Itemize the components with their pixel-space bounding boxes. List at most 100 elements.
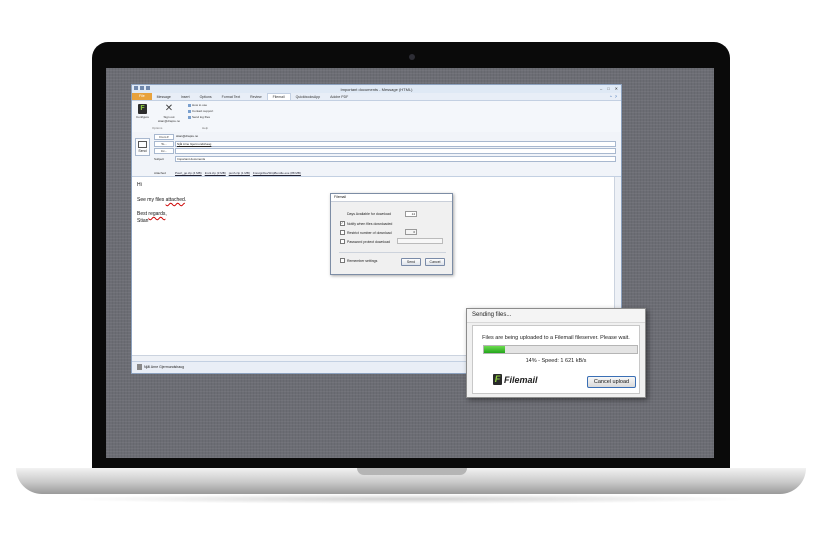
password-field[interactable] xyxy=(397,238,443,244)
notify-option[interactable]: ✓ Notify when files downloaded xyxy=(340,221,392,226)
body-text: . xyxy=(184,197,187,203)
send-files-button[interactable]: Send xyxy=(401,258,421,266)
body-text: attached xyxy=(165,197,185,203)
people-pane-name: Njål Arne Gjermundshaug xyxy=(144,365,185,369)
tab-quickbooks[interactable]: QuickbooksApp xyxy=(291,95,326,99)
close-icon[interactable]: ✕ xyxy=(615,86,618,91)
body-line: Stian xyxy=(137,218,149,224)
howto-icon xyxy=(188,103,191,107)
maximize-icon[interactable]: □ xyxy=(607,86,609,91)
filemail-logo-icon: F xyxy=(493,374,502,385)
contact-icon xyxy=(188,109,191,113)
sending-files-dialog: Sending files... Files are being uploade… xyxy=(466,308,646,398)
restrict-option[interactable]: Restrict number of download xyxy=(340,230,392,235)
window-title: Important documents - Message (HTML) xyxy=(340,87,413,92)
filemail-logo-text: Filemail xyxy=(504,374,538,385)
recipient-chip[interactable]: Njål Arne Gjermundshaug xyxy=(177,142,211,146)
tab-file[interactable]: File xyxy=(132,93,152,100)
group-help-label: Help xyxy=(202,126,209,130)
group-options-label: Options xyxy=(152,126,163,130)
cc-field[interactable] xyxy=(175,148,616,154)
subject-field[interactable]: Important documents xyxy=(175,156,616,162)
attachment-item[interactable]: Insnt.zip (3 MB) xyxy=(205,171,226,175)
password-option[interactable]: Password protect download xyxy=(340,239,390,244)
tab-filemail[interactable]: Filemail xyxy=(266,93,291,100)
remember-option[interactable]: Remember settings xyxy=(340,258,377,263)
attachment-item[interactable]: punh.zip (1 MB) xyxy=(229,171,250,175)
ribbon-tabs: File Message Insert Options Format Text … xyxy=(132,93,621,101)
notify-checkbox[interactable]: ✓ xyxy=(340,221,345,226)
signout-icon: ✕ xyxy=(164,103,174,114)
tab-options[interactable]: Options xyxy=(195,95,217,99)
body-text: See my files xyxy=(137,197,166,203)
body-text: Best xyxy=(137,211,149,217)
contact-support-button[interactable]: Contact support xyxy=(188,109,213,113)
notify-label: Notify when files downloaded xyxy=(347,221,393,226)
days-value: 14 xyxy=(411,212,415,216)
body-line: See my files attached. xyxy=(137,197,186,203)
cc-button[interactable]: Cc... xyxy=(154,148,174,154)
cancel-upload-button[interactable]: Cancel upload xyxy=(587,376,636,388)
body-text: regards xyxy=(148,211,166,217)
howto-button[interactable]: How to use xyxy=(188,103,207,107)
restrict-stepper[interactable]: 0 xyxy=(405,229,417,235)
upload-status: 14% - Speed: 1 621 kB/s xyxy=(525,358,587,364)
from-value: stian@drapre.no xyxy=(176,134,199,138)
laptop-base xyxy=(16,468,806,494)
days-stepper[interactable]: 14 xyxy=(405,211,417,217)
help-icon[interactable]: ? xyxy=(615,94,617,99)
send-log-button[interactable]: Send log files xyxy=(188,115,210,119)
sending-dialog-panel: Files are being uploaded to a Filemail f… xyxy=(472,325,640,394)
from-button[interactable]: From ▾ xyxy=(154,134,174,140)
minimize-icon[interactable]: – xyxy=(600,86,602,91)
laptop-shadow xyxy=(60,494,760,504)
upload-progress-fill xyxy=(484,346,506,353)
to-button[interactable]: To... xyxy=(154,141,174,147)
message-header: Send From ▾ stian@drapre.no To... Njål A… xyxy=(132,132,621,177)
divider xyxy=(339,252,446,253)
upload-progress-bar xyxy=(483,345,638,354)
envelope-icon xyxy=(138,141,147,148)
window-controls: – □ ✕ xyxy=(600,86,618,91)
password-label: Password protect download xyxy=(347,239,390,244)
signout-user: stian@drapre.no xyxy=(157,119,181,123)
days-label: Days Available for download xyxy=(347,212,391,216)
attached-label: Attached xyxy=(154,171,166,175)
body-text: , xyxy=(165,211,167,217)
tab-review[interactable]: Review xyxy=(245,95,266,99)
window-titlebar: Important documents - Message (HTML) – □… xyxy=(132,85,621,93)
configure-button[interactable]: F Configure xyxy=(134,104,151,119)
attachment-item[interactable]: Pourt_go.zip (4 MB) xyxy=(175,171,202,175)
upload-message: Files are being uploaded to a Filemail f… xyxy=(482,335,630,341)
contact-label: Contact support xyxy=(192,109,214,113)
tab-message[interactable]: Message xyxy=(152,95,176,99)
cancel-button[interactable]: Cancel xyxy=(425,258,445,266)
remember-label: Remember settings xyxy=(347,258,378,263)
tab-insert[interactable]: Insert xyxy=(176,95,195,99)
restrict-checkbox[interactable] xyxy=(340,230,345,235)
to-field[interactable]: Njål Arne Gjermundshaug xyxy=(175,141,616,147)
sendlog-label: Send log files xyxy=(192,115,211,119)
howto-label: How to use xyxy=(192,103,208,107)
filemail-options-dialog: Filemail Days Available for download 14 … xyxy=(330,193,453,275)
laptop-notch xyxy=(357,468,467,475)
filemail-logo: F Filemail xyxy=(493,374,538,385)
signout-button[interactable]: ✕ Sign out stian@drapre.no xyxy=(155,103,183,124)
tab-adobe-pdf[interactable]: Adobe PDF xyxy=(325,95,353,99)
log-icon xyxy=(188,115,191,119)
filemail-logo-icon: F xyxy=(138,104,147,114)
dialog-title: Filemail xyxy=(331,194,452,202)
password-checkbox[interactable] xyxy=(340,239,345,244)
from-label: From xyxy=(159,135,167,139)
collapse-ribbon-icon[interactable]: ^ xyxy=(610,94,612,99)
ribbon: F Configure ✕ Sign out stian@drapre.no H… xyxy=(132,101,621,133)
body-line: Best regards, xyxy=(137,211,167,217)
help-icons: ^ ? xyxy=(610,94,617,99)
remember-checkbox[interactable] xyxy=(340,258,345,263)
laptop-lid: Important documents - Message (HTML) – □… xyxy=(92,42,730,472)
camera-icon xyxy=(409,54,415,60)
tab-format-text[interactable]: Format Text xyxy=(217,95,245,99)
attachment-item[interactable]: ForeignDevShipBundle.exe (88 MB) xyxy=(253,171,301,175)
send-button[interactable]: Send xyxy=(135,138,150,156)
days-label-text: Days Available for download xyxy=(347,212,391,216)
